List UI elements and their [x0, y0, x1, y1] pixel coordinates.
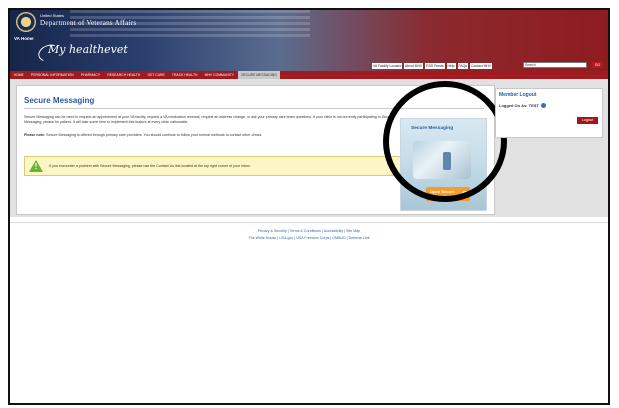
page-title: Secure Messaging: [24, 96, 95, 105]
va-seal-icon: [16, 12, 36, 32]
footer-links-primary[interactable]: Privacy & Security | Terms & Conditions …: [10, 229, 608, 233]
search-go-button[interactable]: GO: [592, 62, 603, 68]
util-link-contact[interactable]: Contact MHV: [469, 62, 493, 69]
highlight-circle: [383, 81, 507, 202]
nav-home[interactable]: HOME: [10, 71, 27, 79]
nav-secure-messaging[interactable]: SECURE MESSAGING: [237, 71, 281, 79]
search-input[interactable]: Search: [523, 62, 587, 68]
intro-paragraph: Secure Messaging can be used to request …: [24, 115, 393, 124]
warning-box: ! If you encounter a problem with Secure…: [24, 156, 406, 176]
dept-country: United States: [40, 13, 65, 18]
utility-links: VA Facility Locator About MHV RSS Feeds …: [372, 62, 493, 69]
main-nav: HOME PERSONAL INFORMATION PHARMACY RESEA…: [10, 71, 608, 79]
logo-text: My healthevet: [48, 43, 128, 56]
util-link-about[interactable]: About MHV: [403, 62, 424, 69]
nav-research-health[interactable]: RESEARCH HEALTH: [104, 71, 144, 79]
dept-name[interactable]: Department of Veterans Affairs: [40, 19, 136, 27]
myhealthevet-logo[interactable]: My healthevet: [48, 42, 128, 56]
util-link-faqs[interactable]: FAQs: [457, 62, 468, 69]
logged-on-text: Logged On As: TEST: [499, 103, 539, 108]
logout-button[interactable]: Logout: [577, 117, 598, 124]
nav-personal-information[interactable]: PERSONAL INFORMATION: [27, 71, 77, 79]
warning-text: If you encounter a problem with Secure M…: [49, 164, 251, 168]
nav-track-health[interactable]: TRACK HEALTH: [168, 71, 201, 79]
logged-on-as: Logged On As: TEST: [499, 103, 546, 108]
info-icon[interactable]: [540, 103, 546, 108]
site-header: United States Department of Veterans Aff…: [10, 10, 608, 71]
nav-get-care[interactable]: GET CARE: [144, 71, 168, 79]
screenshot-frame: United States Department of Veterans Aff…: [8, 8, 610, 405]
warning-exclamation: !: [34, 162, 38, 171]
member-logout-panel: Member Logout Logged On As: TEST Logout: [495, 88, 603, 138]
nav-mhv-community[interactable]: MHV COMMUNITY: [201, 71, 238, 79]
member-logout-title: Member Logout: [499, 92, 537, 98]
nav-pharmacy[interactable]: PHARMACY: [77, 71, 103, 79]
note-paragraph: Please note: Secure Messaging is offered…: [24, 133, 409, 138]
va-home-link[interactable]: VA Home: [14, 36, 34, 41]
note-label: Please note:: [24, 133, 46, 137]
util-link-help[interactable]: Help: [446, 62, 456, 69]
note-text: Secure Messaging is offered through prim…: [46, 133, 263, 137]
util-link-facility-locator[interactable]: VA Facility Locator: [372, 62, 402, 69]
footer-links-secondary[interactable]: The White House | USA.gov | USA Freedom …: [10, 236, 608, 240]
util-link-rss[interactable]: RSS Feeds: [425, 62, 445, 69]
footer-divider: [10, 222, 608, 223]
